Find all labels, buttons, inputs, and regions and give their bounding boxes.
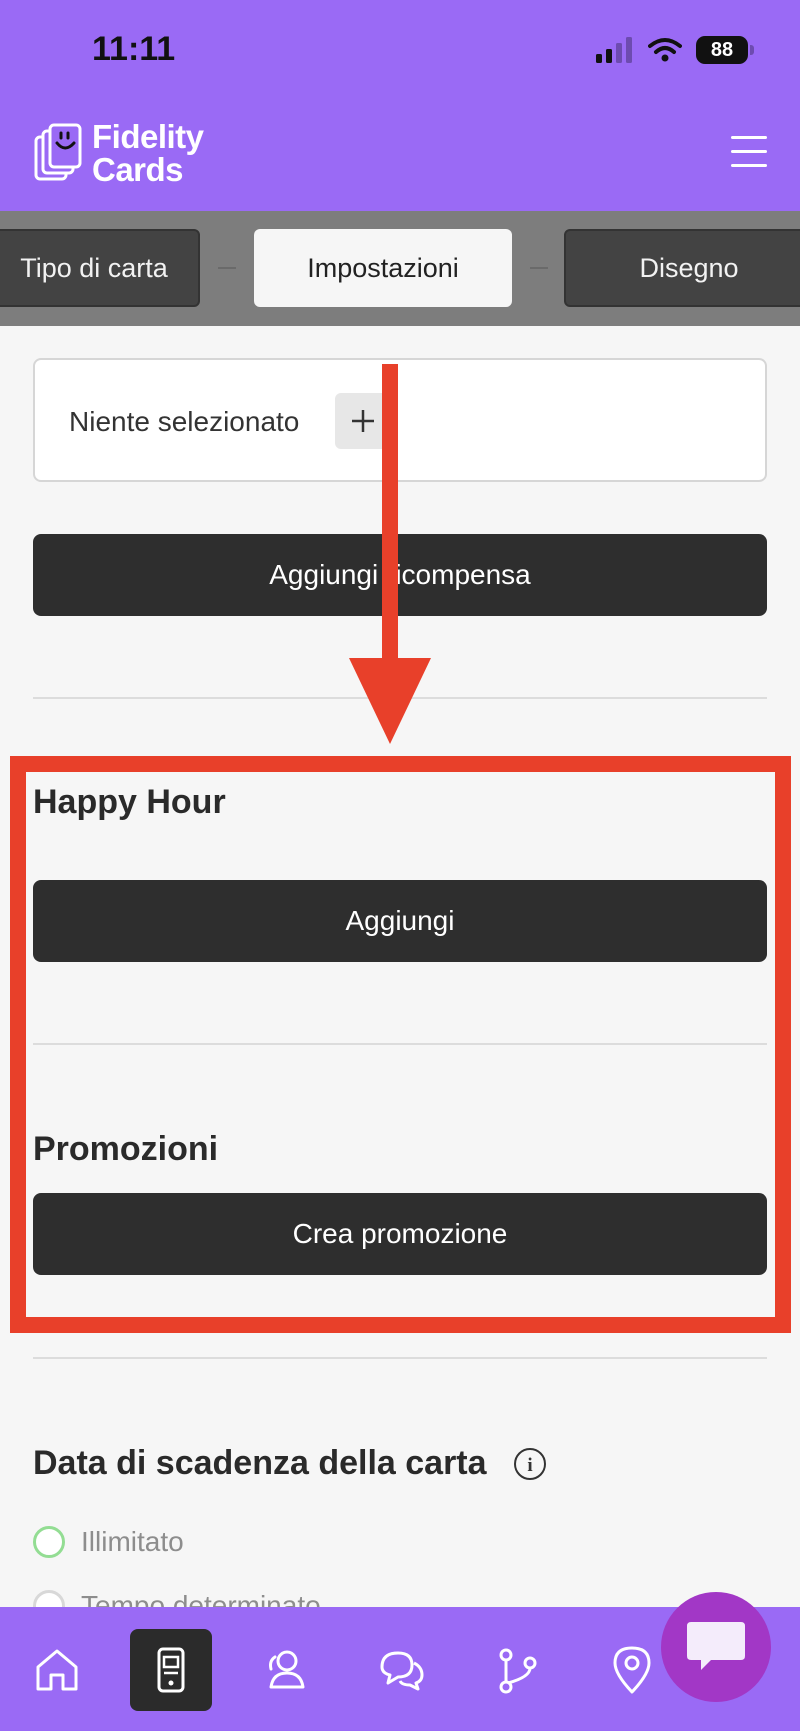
option-label: Illimitato	[81, 1526, 184, 1557]
app-header: 11:11 88 Fidelity Cards	[0, 0, 800, 211]
location-icon	[613, 1646, 651, 1694]
support-chat-button[interactable]	[661, 1592, 771, 1702]
status-icons: 88	[596, 36, 754, 64]
nav-home[interactable]	[16, 1629, 98, 1711]
step-impostazioni[interactable]: Impostazioni	[254, 229, 512, 307]
card-phone-icon	[157, 1647, 185, 1693]
step-connector	[530, 267, 548, 269]
flow-icon	[499, 1648, 537, 1694]
svg-text:i: i	[527, 1455, 532, 1476]
users-icon	[269, 1650, 305, 1689]
wifi-icon	[648, 38, 682, 62]
radio-button[interactable]	[33, 1526, 65, 1558]
hamburger-menu-icon[interactable]	[731, 136, 767, 170]
nav-automations[interactable]	[476, 1629, 558, 1711]
highlight-box	[10, 756, 791, 1333]
info-icon[interactable]: i	[513, 1447, 547, 1481]
expiry-option-unlimited[interactable]: Illimitato	[33, 1526, 184, 1558]
down-arrow-annotation	[349, 364, 431, 744]
cards-logo-icon	[34, 123, 82, 181]
logo-text: Fidelity Cards	[92, 118, 204, 188]
step-connector	[218, 267, 236, 269]
chat-icon	[380, 1651, 424, 1691]
message-bubble-icon	[687, 1622, 745, 1670]
nav-customers[interactable]	[246, 1629, 328, 1711]
step-tipo-di-carta[interactable]: Tipo di carta	[0, 229, 200, 307]
app-logo[interactable]: Fidelity Cards	[34, 120, 204, 186]
divider	[33, 1357, 767, 1359]
wizard-steps: Tipo di carta Impostazioni Disegno	[0, 211, 800, 326]
status-time: 11:11	[92, 30, 176, 68]
step-disegno[interactable]: Disegno	[564, 229, 800, 307]
expiry-title: Data di scadenza della carta	[33, 1444, 487, 1482]
select-placeholder: Niente selezionato	[69, 406, 300, 437]
signal-icon	[596, 37, 632, 63]
home-icon	[36, 1649, 78, 1691]
battery-indicator: 88	[696, 36, 754, 64]
expiry-heading: Data di scadenza della carta i	[33, 1444, 547, 1483]
nav-messages[interactable]	[361, 1629, 443, 1711]
nav-cards[interactable]	[130, 1629, 212, 1711]
